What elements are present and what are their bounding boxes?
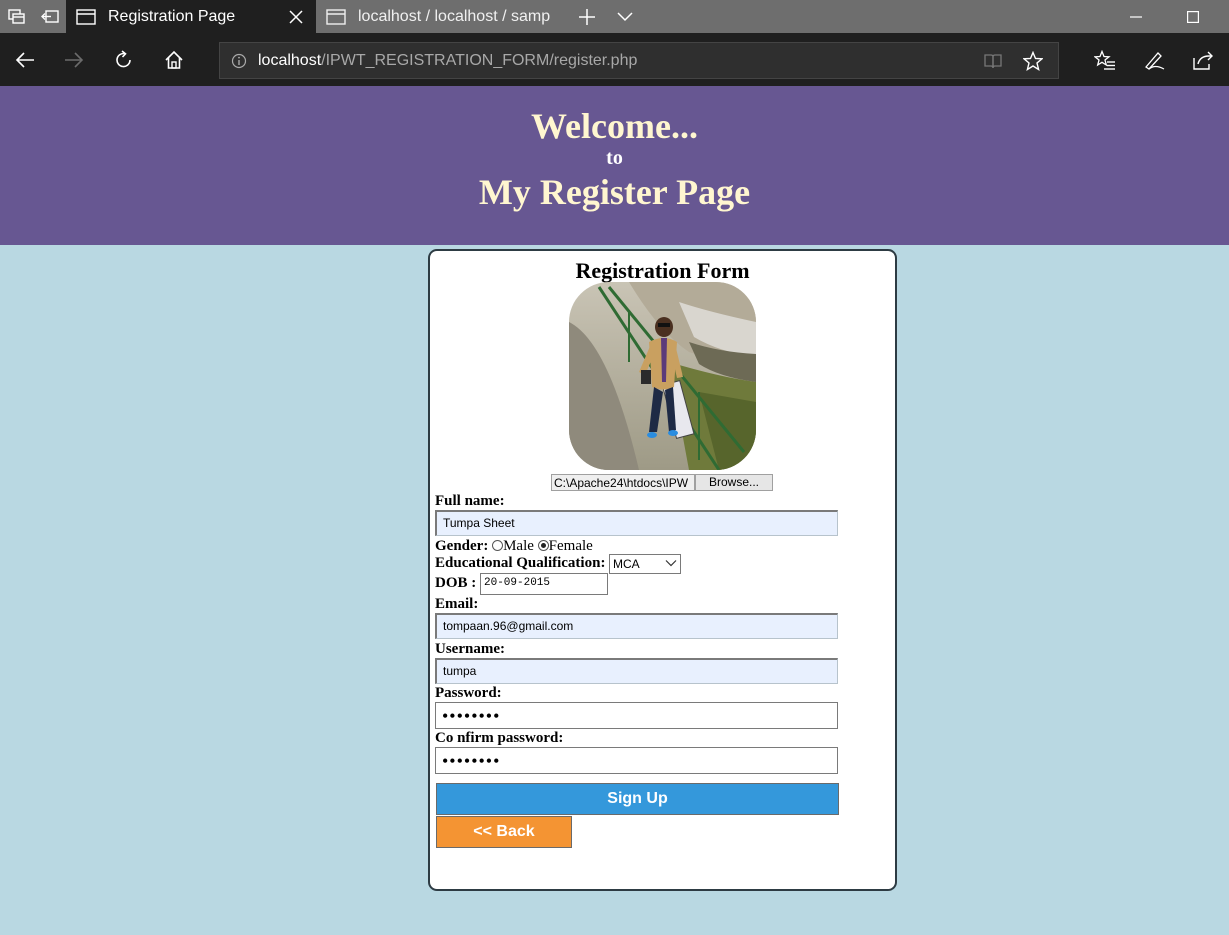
confirm-password-label: Co nfirm password: xyxy=(435,730,564,746)
url-host: localhost xyxy=(258,51,322,69)
qualification-label: Educational Qualification: xyxy=(435,555,606,571)
sign-up-button[interactable]: Sign Up xyxy=(436,783,839,815)
file-path-field[interactable]: C:\Apache24\htdocs\IPW xyxy=(551,474,695,491)
page-heading: My Register Page xyxy=(478,172,751,212)
qualification-value: MCA xyxy=(613,557,640,571)
password-input[interactable]: •••••••• xyxy=(435,702,838,729)
address-bar[interactable]: localhost/IPWT_REGISTRATION_FORM/registe… xyxy=(219,42,1059,79)
maximize-icon[interactable] xyxy=(1163,0,1223,33)
url-path: /IPWT_REGISTRATION_FORM/register.php xyxy=(321,51,638,69)
welcome-to: to xyxy=(606,147,623,169)
email-label: Email: xyxy=(435,596,479,612)
form-title: Registration Form xyxy=(575,258,750,283)
tab-bar: Registration Page localhost / localhost … xyxy=(0,0,1229,33)
dob-input[interactable]: 20-09-2015 xyxy=(480,573,608,595)
gender-male-radio[interactable] xyxy=(492,540,504,551)
back-button[interactable]: << Back xyxy=(436,816,572,848)
username-input[interactable]: tumpa xyxy=(435,658,838,684)
gender-male-label: Male xyxy=(503,538,534,554)
registration-form-card: Registration Form C:\Apache24\htdocs\IPW… xyxy=(428,249,897,891)
forward-arrow-icon[interactable] xyxy=(49,33,99,86)
pen-notes-icon[interactable] xyxy=(1129,33,1179,86)
full-name-input[interactable]: Tumpa Sheet xyxy=(435,510,838,536)
new-tab-icon[interactable] xyxy=(568,0,606,33)
favorite-star-icon[interactable] xyxy=(1013,43,1053,78)
password-label: Password: xyxy=(435,685,502,701)
tab-title: Registration Page xyxy=(108,7,236,25)
browse-button[interactable]: Browse... xyxy=(695,474,773,491)
chevron-down-icon[interactable] xyxy=(606,0,644,33)
page-icon xyxy=(76,8,98,26)
navigation-bar: localhost/IPWT_REGISTRATION_FORM/registe… xyxy=(0,33,1229,86)
gender-female-label: Female xyxy=(548,538,593,554)
dob-label: DOB : xyxy=(435,575,477,591)
gender-female-radio[interactable] xyxy=(537,540,549,551)
username-label: Username: xyxy=(435,641,505,657)
full-name-label: Full name: xyxy=(435,493,505,509)
set-tabs-aside-icon[interactable] xyxy=(33,0,66,33)
refresh-icon[interactable] xyxy=(99,33,149,86)
email-input[interactable]: tompaan.96@gmail.com xyxy=(435,613,838,639)
page-banner: Welcome... to My Register Page xyxy=(0,86,1229,245)
close-icon[interactable] xyxy=(286,9,306,24)
gender-row: Gender: Male Female xyxy=(435,538,593,555)
tab-manager-icon[interactable] xyxy=(0,0,33,33)
chevron-down-icon xyxy=(665,557,677,572)
profile-photo xyxy=(569,282,756,470)
tab-title: localhost / localhost / samp xyxy=(358,7,551,25)
tab-registration-page[interactable]: Registration Page xyxy=(66,0,316,33)
photo-file-chooser: C:\Apache24\htdocs\IPW Browse... xyxy=(551,474,773,491)
gender-label: Gender: xyxy=(435,538,489,554)
home-icon[interactable] xyxy=(149,33,199,86)
qualification-select[interactable]: MCA xyxy=(609,554,681,574)
back-arrow-icon[interactable] xyxy=(0,33,50,86)
minimize-icon[interactable] xyxy=(1106,0,1166,33)
confirm-password-input[interactable]: •••••••• xyxy=(435,747,838,774)
info-icon[interactable] xyxy=(220,53,258,69)
share-icon[interactable] xyxy=(1178,33,1228,86)
tab-localhost[interactable]: localhost / localhost / samp xyxy=(316,0,568,33)
favorites-list-icon[interactable] xyxy=(1080,33,1130,86)
page-icon xyxy=(326,8,348,26)
welcome-heading: Welcome... xyxy=(531,106,698,146)
reading-view-icon[interactable] xyxy=(973,43,1013,78)
